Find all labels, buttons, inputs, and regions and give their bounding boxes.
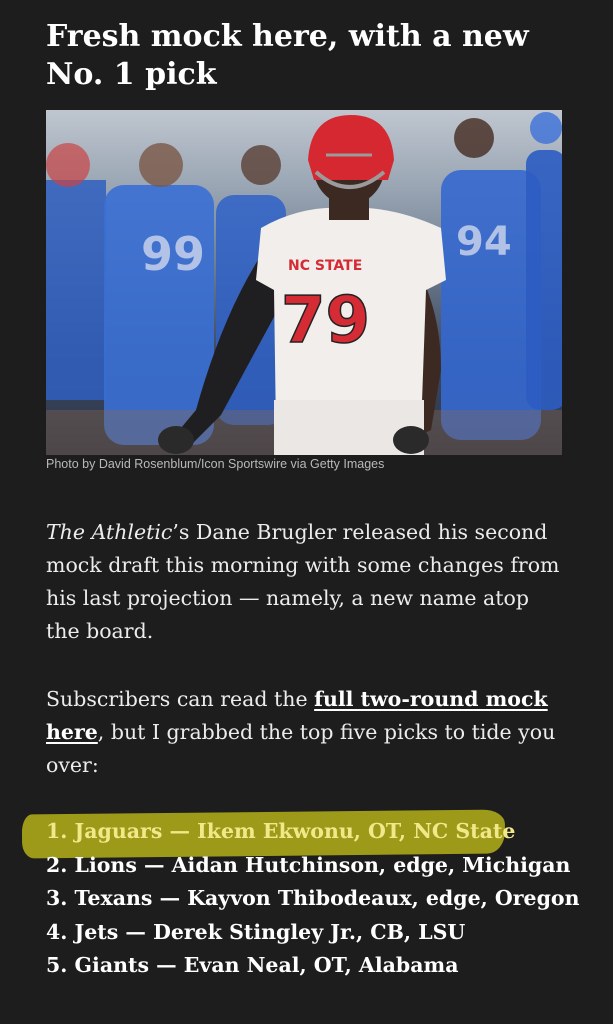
football-player-illustration: 99 94 79 NC STATE — [46, 112, 562, 455]
svg-text:99: 99 — [141, 227, 205, 281]
photo-caption: Photo by David Rosenblum/Icon Sportswire… — [46, 457, 385, 471]
subscriber-text-before: Subscribers can read the — [46, 687, 315, 711]
jersey-number: 79 — [281, 284, 370, 358]
article-headline: Fresh mock here, with a new No. 1 pick — [46, 19, 529, 92]
pick-item-3: 3. Texans — Kayvon Thibodeaux, edge, Ore… — [46, 886, 580, 910]
subscriber-paragraph: Subscribers can read the full two-round … — [46, 683, 566, 782]
pick-item-5: 5. Giants — Evan Neal, OT, Alabama — [46, 953, 459, 977]
subscriber-text-after: , but I grabbed the top five picks to ti… — [46, 720, 556, 777]
mock-draft-picks-list: 1. Jaguars — Ikem Ekwonu, OT, NC State 2… — [46, 815, 586, 983]
intro-paragraph: The Athletic’s Dane Brugler released his… — [46, 516, 566, 648]
pick-item-4: 4. Jets — Derek Stingley Jr., CB, LSU — [46, 919, 466, 944]
article-photo: 99 94 79 NC STATE — [46, 110, 562, 455]
pick-item-2: 2. Lions — Aidan Hutchinson, edge, Michi… — [46, 852, 571, 877]
svg-text:94: 94 — [456, 219, 512, 265]
pick-item-1: 1. Jaguars — Ikem Ekwonu, OT, NC State — [46, 819, 516, 843]
publication-name: The Athletic — [46, 520, 173, 544]
jersey-team: NC STATE — [288, 258, 362, 274]
